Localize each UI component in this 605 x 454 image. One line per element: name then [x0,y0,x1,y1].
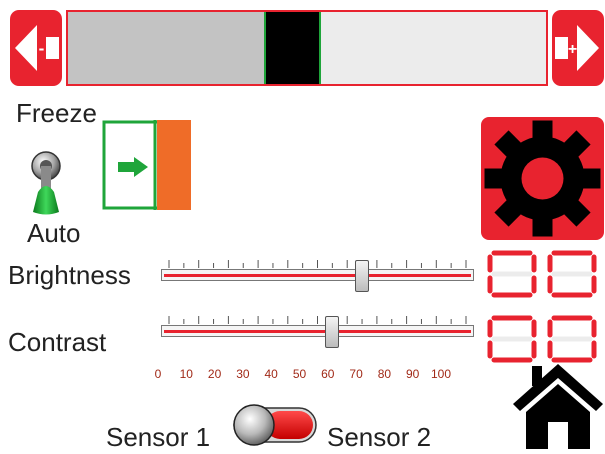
range-bar[interactable] [66,10,548,86]
contrast-display-digit [487,315,537,363]
freeze-label: Freeze [16,98,97,128]
contrast-slider-thumb[interactable] [325,316,340,348]
settings-button[interactable] [481,117,604,240]
contrast-display-digit [547,315,597,363]
gear-icon [484,120,601,237]
brightness-display [486,250,538,303]
home-icon [513,364,603,449]
scale-label: 60 [321,367,335,381]
auto-label: Auto [27,218,81,248]
sensor-1-label: Sensor 1 [106,422,211,452]
brightness-display [546,250,598,303]
scale-label: 70 [349,367,363,381]
scale-label: 100 [430,367,452,381]
brightness-display-digit [487,250,537,298]
slider-ticks [168,316,467,324]
range-fill [68,12,264,84]
slider-ticks [168,260,467,268]
scale-label: 90 [406,367,420,381]
scale-label: 40 [264,367,278,381]
scale-label: 30 [236,367,250,381]
increase-button[interactable]: + [552,10,604,86]
range-marker[interactable] [263,12,321,84]
contrast-label: Contrast [8,327,107,357]
toggle-switch-icon [233,404,317,446]
contrast-slider[interactable] [161,316,474,348]
scale-label: 10 [179,367,193,381]
brightness-slider[interactable] [161,260,474,292]
scale-label: 50 [292,367,307,381]
brightness-slider-thumb[interactable] [355,260,370,292]
decrease-button[interactable]: - [10,10,62,86]
arrow-right-icon [118,157,148,177]
mode-indicator [102,120,192,212]
brightness-display-digit [547,250,597,298]
scale-label: 0 [154,367,162,381]
brightness-label: Brightness [8,260,131,290]
freeze-auto-toggle[interactable] [22,150,70,216]
sensor-2-label: Sensor 2 [327,422,432,452]
sensor-toggle[interactable] [232,402,318,448]
home-button[interactable] [510,360,605,449]
scale-label: 80 [377,367,392,381]
scale-label: 20 [207,367,222,381]
arrow-left-minus-icon: - [15,25,59,71]
increase-symbol: + [568,41,577,58]
decrease-symbol: - [39,39,45,58]
toggle-switch-icon [31,151,61,215]
arrow-right-plus-icon: + [555,25,599,71]
